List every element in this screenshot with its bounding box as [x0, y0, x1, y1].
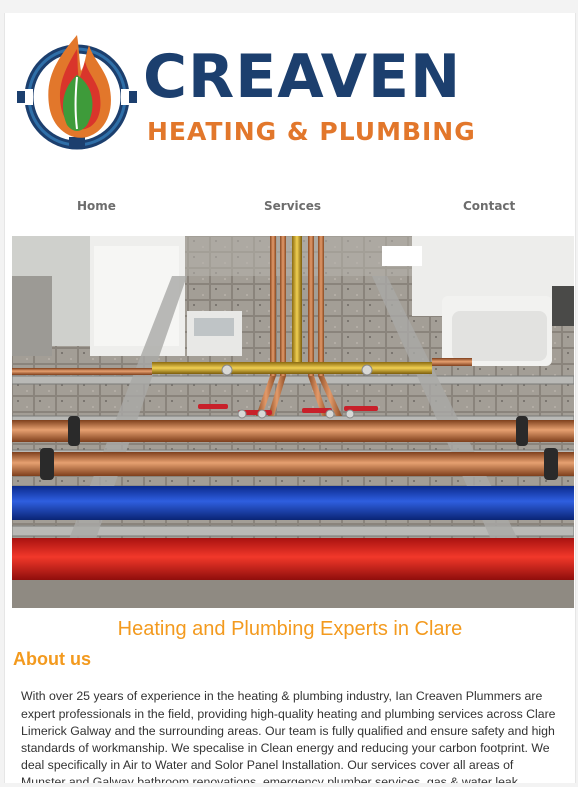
- brand-name: CREAVEN: [143, 42, 462, 112]
- nav-contact-link[interactable]: Contact: [463, 199, 515, 213]
- main-nav: Home Services Contact: [5, 199, 575, 219]
- nav-services-link[interactable]: Services: [264, 199, 321, 213]
- hero-plumbing-image: [12, 236, 574, 608]
- page-tagline: Heating and Plumbing Experts in Clare: [117, 618, 463, 640]
- nav-home-link[interactable]: Home: [77, 199, 116, 213]
- flame-leaf-logo-icon: [17, 35, 137, 150]
- about-paragraph: With over 25 years of experience in the …: [21, 689, 556, 783]
- site-logo[interactable]: CREAVEN HEATING & PLUMBING: [15, 25, 485, 153]
- page: CREAVEN HEATING & PLUMBING Home Services…: [4, 13, 576, 783]
- about-heading: About us: [13, 649, 91, 669]
- brand-subtitle: HEATING & PLUMBING: [147, 117, 476, 146]
